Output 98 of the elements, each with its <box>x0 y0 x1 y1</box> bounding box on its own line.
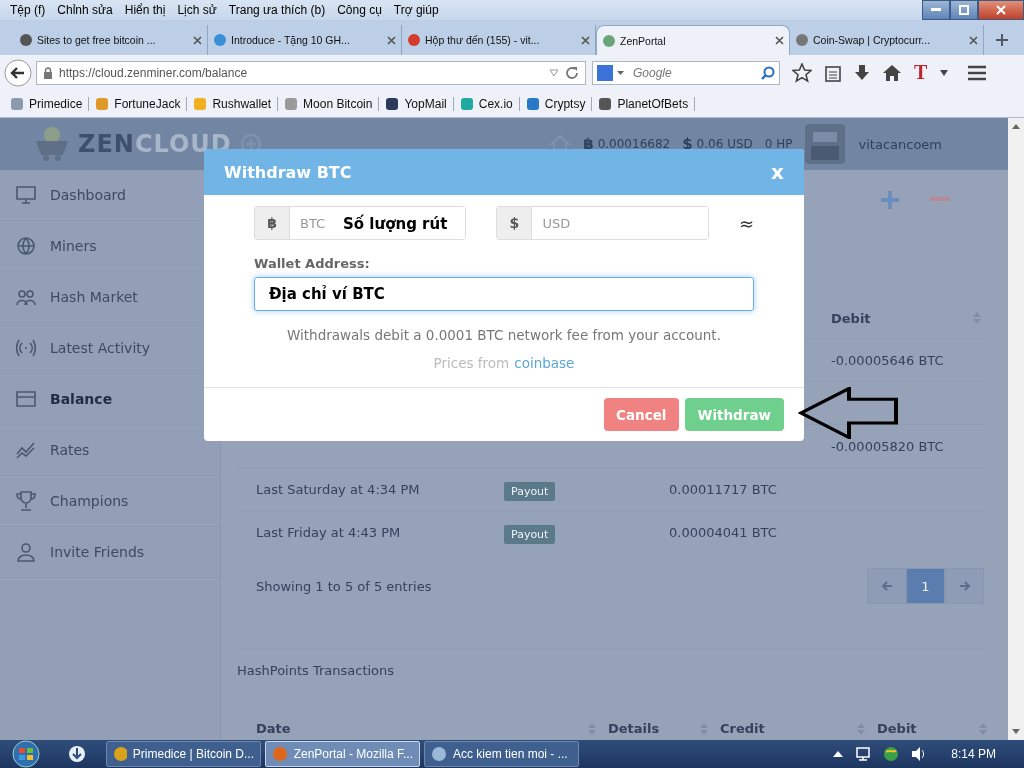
field-label: Wallet Address: <box>254 256 371 271</box>
minimize-icon <box>931 8 941 12</box>
page-button[interactable]: 1 <box>906 568 945 604</box>
dollar-addon: $ <box>497 207 533 239</box>
usd-input-group[interactable]: $ USD <box>496 206 709 240</box>
sidebar-icon <box>16 185 36 205</box>
table-cell-text: Last Saturday at 4:34 PM <box>256 481 421 497</box>
usd-balance: 0.06 USD <box>696 137 753 151</box>
table-cell-text: Last Friday at 4:43 PM <box>256 524 402 540</box>
quick-launch-icon[interactable] <box>68 745 86 763</box>
bitcoin-sign: ฿ <box>583 135 594 153</box>
clock: 8:14 PM <box>951 747 996 761</box>
back-button[interactable] <box>4 58 32 87</box>
entries-info: Showing 1 to 5 of 5 entries <box>256 578 432 594</box>
network-icon[interactable] <box>855 746 872 762</box>
menu-item[interactable]: Tệp (f) <box>4 3 52 17</box>
sidebar-icon <box>16 389 36 409</box>
column-header[interactable]: Date <box>256 721 596 736</box>
close-tab-icon[interactable] <box>387 35 396 45</box>
bookmark[interactable]: Moon Bitcoin <box>278 96 380 111</box>
dialog-title: Withdraw BTC <box>224 162 352 182</box>
bookmark[interactable]: YopMail <box>379 96 454 111</box>
btc-balance: 0.00016682 <box>597 137 671 151</box>
fee-note: Withdrawals debit a 0.0001 BTC network fee from your account. <box>286 327 722 343</box>
sidebar-icon <box>16 287 36 307</box>
sidebar-icon <box>16 440 36 460</box>
prices-text: Prices from <box>433 355 510 371</box>
sidebar-icon <box>16 236 36 256</box>
column-header[interactable]: Debit <box>877 721 987 736</box>
column-header[interactable]: Debit <box>831 310 981 326</box>
table-cell-text: -0.00005820 BTC <box>831 438 945 454</box>
menu-item[interactable]: Công cụ <box>331 3 388 17</box>
section-title: HashPoints Transactions <box>237 663 395 678</box>
clipboard-icon[interactable] <box>824 63 842 82</box>
scroll-up-icon[interactable] <box>1012 124 1020 129</box>
taskbar-button[interactable]: ZenPortal - Mozilla F... <box>265 741 420 767</box>
column-header[interactable]: Details <box>608 721 708 736</box>
star-icon[interactable] <box>792 62 812 83</box>
bookmark[interactable]: Cex.io <box>453 96 520 111</box>
menu-item[interactable]: Trợ giúp <box>387 3 445 17</box>
menu-item[interactable]: Lịch sử <box>171 3 223 17</box>
taskbar-button[interactable]: Primedice | Bitcoin D... <box>106 741 261 767</box>
right-arrow-icon <box>958 581 971 591</box>
close-tab-icon[interactable] <box>581 35 590 45</box>
close-tab-icon[interactable] <box>775 36 784 45</box>
left-arrow-icon <box>880 581 893 591</box>
bitcoin-addon: ฿ <box>255 207 290 239</box>
search-icon[interactable] <box>761 65 775 80</box>
address-bar[interactable]: https://cloud.zenminer.com/balance <box>36 60 586 85</box>
menu-item[interactable]: Hiển thị <box>118 3 172 17</box>
table-cell-text: 0.00011717 BTC <box>669 481 778 497</box>
dropdown-icon[interactable] <box>939 68 950 77</box>
hashpoints-balance: 0 HP <box>764 137 793 151</box>
sidebar-icon <box>16 542 36 562</box>
toolbar-button[interactable]: T <box>914 61 928 84</box>
scroll-down-icon[interactable] <box>1012 729 1020 734</box>
search-engine-icon[interactable] <box>597 64 627 81</box>
btc-input-group[interactable]: ฿ BTC Số lượng rút <box>254 206 467 240</box>
show-hidden-icon[interactable] <box>833 751 844 757</box>
lock-icon <box>43 66 53 79</box>
close-icon <box>996 5 1006 15</box>
globe-icon[interactable] <box>883 746 900 762</box>
menu-item[interactable]: Chỉnh sửa <box>51 3 119 17</box>
approx-sign: ≈ <box>738 212 754 234</box>
home-icon[interactable] <box>882 63 902 82</box>
search-box[interactable]: Google <box>592 60 780 85</box>
status-badge: Payout <box>504 524 556 544</box>
annotation-text: Số lượng rút <box>343 215 448 233</box>
browser-tab[interactable]: ZenPortal <box>596 25 790 55</box>
minimize-button[interactable] <box>922 0 950 20</box>
taskbar-button[interactable]: Acc kiem tien moi - ... <box>424 741 579 767</box>
new-tab-icon[interactable] <box>996 34 1008 46</box>
status-badge: Payout <box>504 481 556 501</box>
bookmark[interactable]: PlanetOfBets <box>592 96 696 111</box>
sidebar-item[interactable]: Champions <box>0 476 220 527</box>
table-cell-text: -0.00005646 BTC <box>831 352 945 368</box>
cart-icon <box>34 127 70 161</box>
dollar-sign: $ <box>682 135 693 153</box>
download-icon[interactable] <box>854 63 870 82</box>
menu-icon[interactable] <box>967 64 988 81</box>
bookmark[interactable]: Primedice <box>4 96 90 111</box>
table-cell-text: 0.00004041 BTC <box>669 524 778 540</box>
sidebar-icon <box>16 491 36 511</box>
bookmark[interactable]: Rushwallet <box>187 96 279 111</box>
reload-icon[interactable] <box>565 65 579 80</box>
sidebar-item[interactable]: Invite Friends <box>0 527 220 578</box>
column-header[interactable]: Credit <box>720 721 865 736</box>
restore-button[interactable] <box>950 0 978 20</box>
restore-icon <box>959 5 969 15</box>
close-tab-icon[interactable] <box>193 35 202 45</box>
close-button[interactable] <box>978 0 1024 20</box>
sidebar-icon <box>16 338 36 358</box>
bookmark[interactable]: FortuneJack <box>89 96 188 111</box>
bookmark[interactable]: Cryptsy <box>519 96 593 111</box>
wallet-address-field[interactable]: Địa chỉ ví BTC <box>254 277 754 311</box>
close-tab-icon[interactable] <box>969 35 978 45</box>
scrollbar[interactable] <box>1008 118 1024 740</box>
menu-item[interactable]: Trang ưa thích (b) <box>222 3 332 17</box>
